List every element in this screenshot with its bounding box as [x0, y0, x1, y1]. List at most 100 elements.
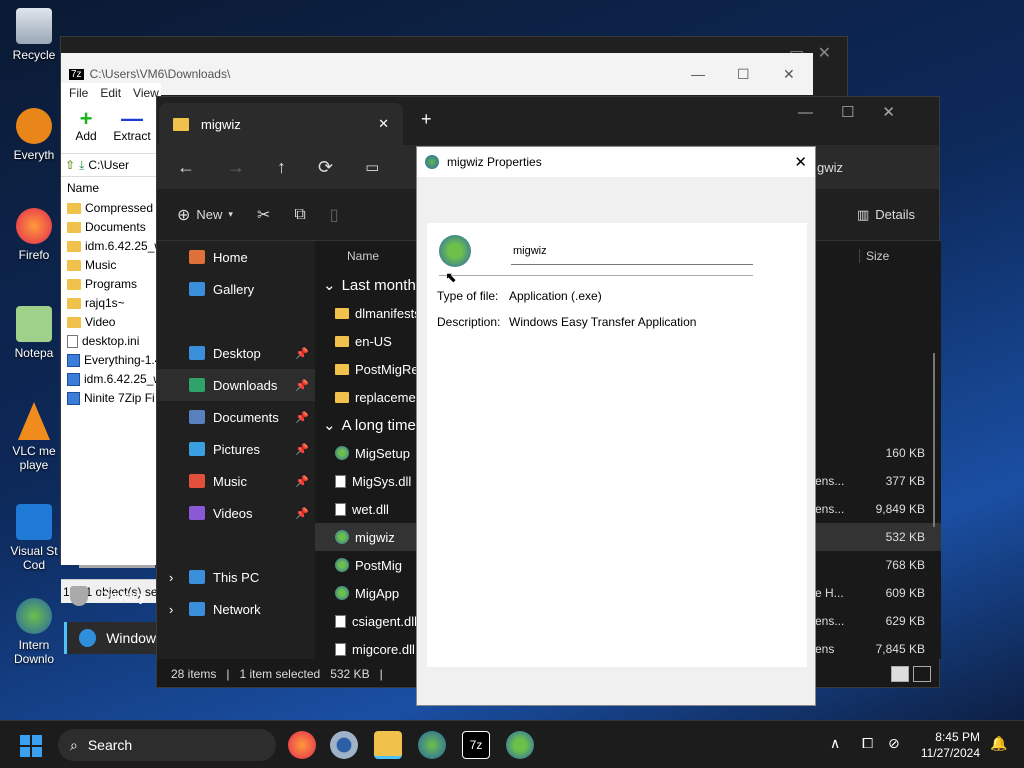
copy-icon[interactable]: ⧉ — [294, 206, 305, 224]
minimize-button[interactable]: — — [691, 66, 705, 82]
up-folder-icon[interactable]: ⇧ — [65, 158, 75, 172]
sidebar-item-pictures[interactable]: Pictures 📌 — [157, 433, 315, 465]
sidebar-item-network[interactable]: › Network — [157, 593, 315, 625]
desktop-icon-firefox[interactable]: Firefo — [4, 208, 64, 262]
folder-icon — [67, 241, 81, 252]
list-item[interactable]: idm.6.42.25_w — [61, 370, 157, 389]
up-arrow-icon[interactable]: ↑ — [277, 157, 286, 178]
settings-gear-taskbar-icon[interactable] — [330, 731, 358, 759]
desktop-icon-recycle-bin[interactable]: Recycle — [4, 8, 64, 62]
desktop-icon-vlc[interactable]: VLC me playe — [4, 402, 64, 472]
menu-edit[interactable]: Edit — [100, 86, 121, 100]
chevron-up-icon[interactable]: ∧ — [830, 735, 840, 752]
sidebar-item-documents[interactable]: Documents 📌 — [157, 401, 315, 433]
horizontal-scrollbar[interactable] — [79, 565, 155, 568]
cut-icon[interactable]: ✂ — [257, 205, 270, 225]
home-icon — [189, 250, 205, 264]
sidebar-item-home[interactable]: Home — [157, 241, 315, 273]
documents-icon — [189, 410, 205, 424]
sidebar-item-this-pc[interactable]: › This PC — [157, 561, 315, 593]
forward-arrow-icon[interactable]: → — [227, 157, 245, 178]
notification-bell-icon[interactable]: 🔔 — [990, 735, 1007, 752]
address-tail[interactable]: gwiz — [817, 160, 843, 175]
settings-privacy-item[interactable]: Privacy — [70, 586, 146, 606]
column-header-name[interactable]: Name — [347, 249, 379, 263]
vertical-scrollbar[interactable] — [933, 353, 935, 527]
maximize-button[interactable]: ☐ — [737, 66, 750, 83]
view-toggle-buttons[interactable] — [891, 666, 931, 682]
name-field[interactable]: migwiz — [511, 241, 753, 265]
list-item[interactable]: Music — [61, 256, 157, 275]
sidebar-item-music[interactable]: Music 📌 — [157, 465, 315, 497]
settings-windows-update-item[interactable]: Window — [64, 622, 156, 654]
idm-taskbar-icon[interactable] — [418, 731, 446, 759]
list-item[interactable]: Programs — [61, 275, 157, 294]
description-label: Description: — [437, 315, 501, 329]
details-button[interactable]: ▥ Details — [857, 207, 915, 223]
paste-icon[interactable]: ▯ — [330, 205, 339, 225]
file-explorer-taskbar-icon[interactable] — [374, 731, 402, 759]
file-icon — [67, 354, 80, 367]
file-type-cell: ens... — [815, 474, 845, 488]
tab-migwiz[interactable]: migwiz ✕ — [159, 103, 403, 145]
path-input[interactable]: C:\User — [88, 158, 129, 172]
sevenzip-titlebar[interactable]: 7z C:\Users\VM6\Downloads\ — ☐ ✕ — [61, 53, 813, 95]
properties-titlebar[interactable]: migwiz Properties ✕ — [417, 147, 815, 177]
list-item[interactable]: Compressed — [61, 199, 157, 218]
file-name-cell: MigSys.dll — [335, 474, 411, 489]
details-view-icon[interactable] — [891, 666, 909, 682]
everything-icon — [16, 108, 52, 144]
menu-file[interactable]: File — [69, 86, 88, 100]
start-windows-icon[interactable] — [20, 735, 42, 757]
close-tab-icon[interactable]: ✕ — [378, 116, 389, 132]
taskbar-clock[interactable]: 8:45 PM 11/27/2024 — [916, 729, 980, 761]
list-item[interactable]: Video — [61, 313, 157, 332]
file-name-cell: en-US — [335, 334, 392, 349]
new-button[interactable]: ⊕ New ▾ — [177, 205, 233, 225]
taskbar-search-box[interactable]: ⌕ Search — [58, 729, 276, 761]
network-offline-icon[interactable]: ⊘ — [888, 735, 900, 752]
desktop-icon-notepad[interactable]: Notepa — [4, 306, 64, 360]
pin-icon: 📌 — [295, 475, 309, 488]
properties-dialog[interactable]: migwiz Properties ✕ migwiz ⬉ Type of fil… — [416, 146, 816, 706]
extract-button[interactable]: — Extract — [113, 108, 151, 153]
sevenzip-taskbar-icon[interactable]: 7z — [462, 731, 490, 759]
menu-view[interactable]: View — [133, 86, 159, 100]
firefox-taskbar-icon[interactable] — [288, 731, 316, 759]
list-item[interactable]: Everything-1.4 — [61, 351, 157, 370]
window-controls[interactable]: —☐✕ — [798, 103, 923, 121]
close-button[interactable]: ✕ — [794, 153, 807, 171]
sidebar-item-desktop[interactable]: Desktop 📌 — [157, 337, 315, 369]
file-type-cell: ens — [815, 642, 835, 656]
desktop-icon-vscode[interactable]: Visual St Cod — [4, 504, 64, 572]
close-button[interactable]: ✕ — [783, 66, 795, 83]
list-item[interactable]: desktop.ini — [61, 332, 157, 351]
list-item[interactable]: rajq1s~ — [61, 294, 157, 313]
tiles-view-icon[interactable] — [913, 666, 931, 682]
download-arrow-icon: ⤓ — [79, 157, 85, 172]
list-item[interactable]: Ninite 7Zip Fi — [61, 389, 157, 408]
sidebar-item-downloads[interactable]: Downloads 📌 — [157, 369, 315, 401]
list-item[interactable]: Documents — [61, 218, 157, 237]
desktop-icon-idm[interactable]: Intern Downlo — [4, 598, 64, 666]
add-button[interactable]: + Add — [67, 108, 105, 153]
tray-app-icon[interactable]: ⧠ — [862, 735, 873, 752]
desktop-icon-everything[interactable]: Everyth — [4, 108, 64, 162]
file-icon — [67, 335, 78, 348]
migwiz-taskbar-icon[interactable] — [506, 731, 534, 759]
monitor-icon[interactable]: ▭ — [365, 158, 379, 176]
file-icon — [67, 373, 80, 386]
chevron-right-icon[interactable]: › — [169, 570, 173, 585]
explorer-tabbar: migwiz ✕ + —☐✕ — [157, 97, 939, 145]
column-header-name[interactable]: Name — [61, 177, 157, 199]
explorer-navigation-pane: Home Gallery Desktop 📌 Downloads 📌 Documents 📌 P… — [157, 241, 315, 659]
chevron-right-icon[interactable]: › — [169, 602, 173, 617]
back-arrow-icon[interactable]: ← — [177, 157, 195, 178]
path-bar[interactable]: ⇧ ⤓ C:\User — [61, 153, 157, 177]
sidebar-item-gallery[interactable]: Gallery — [157, 273, 315, 305]
list-item[interactable]: idm.6.42.25_w — [61, 237, 157, 256]
new-tab-button[interactable]: + — [421, 109, 432, 130]
refresh-icon[interactable]: ⟳ — [318, 157, 333, 178]
sidebar-item-videos[interactable]: Videos 📌 — [157, 497, 315, 529]
column-header-size[interactable]: Size — [859, 249, 889, 263]
